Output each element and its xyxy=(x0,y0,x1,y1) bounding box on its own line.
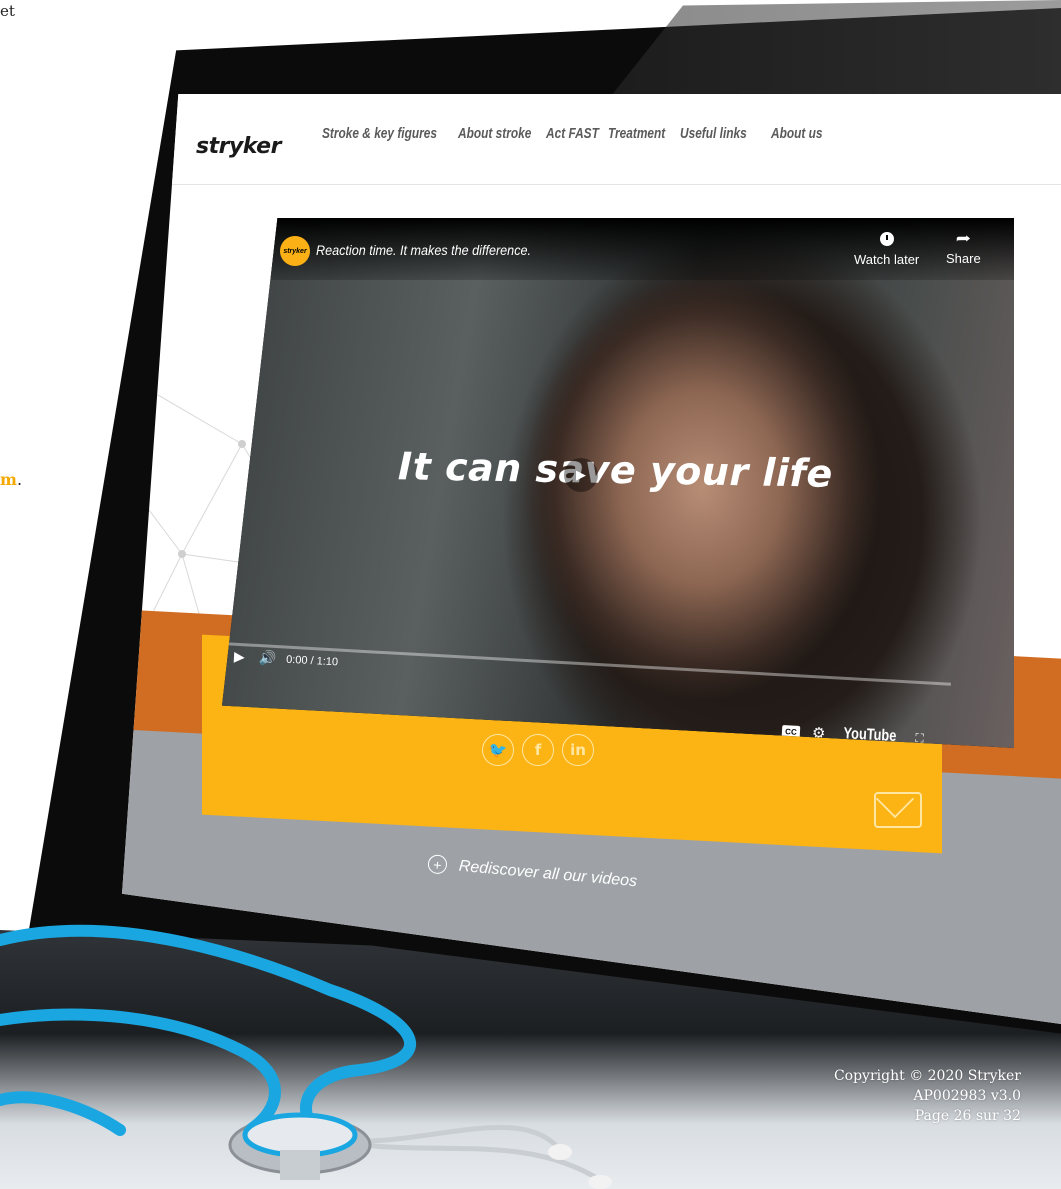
document-id: AP002983 v3.0 xyxy=(913,1088,1021,1104)
laptop-screen: stryker Stroke & key figures About strok… xyxy=(122,94,1061,1024)
plus-circle-icon: + xyxy=(427,854,448,875)
text-fragment-mid: m. xyxy=(0,470,22,489)
watch-later-label: Watch later xyxy=(854,252,920,267)
volume-icon[interactable]: 🔊 xyxy=(258,649,276,667)
copyright-line: Copyright © 2020 Stryker xyxy=(833,1068,1021,1084)
share-arrow-icon: ➦ xyxy=(955,230,971,247)
facebook-glyph: f xyxy=(534,741,542,759)
play-icon[interactable]: ▶ xyxy=(234,648,246,666)
text-fragment-mid-letter: m xyxy=(0,470,17,489)
nav-item-about-stroke[interactable]: About stroke xyxy=(458,126,531,142)
video-overlay-caption: It can save your life xyxy=(397,444,834,496)
nav-item-act-fast[interactable]: Act FAST xyxy=(546,126,599,142)
nav-item-useful-links[interactable]: Useful links xyxy=(680,126,747,142)
nav-item-treatment[interactable]: Treatment xyxy=(608,126,665,142)
text-fragment-mid-punct: . xyxy=(16,470,23,489)
linkedin-icon[interactable]: in xyxy=(562,734,594,766)
stethoscope-image xyxy=(0,924,612,1189)
video-player[interactable]: stryker Reaction time. It makes the diff… xyxy=(222,218,1014,748)
text-fragment-top: et xyxy=(0,2,15,20)
share-label: Share xyxy=(946,251,981,266)
twitter-icon[interactable]: 🐦 xyxy=(482,734,514,766)
site-header: stryker Stroke & key figures About strok… xyxy=(122,94,1061,185)
social-links: 🐦 f in xyxy=(482,734,594,766)
stryker-logo[interactable]: stryker xyxy=(196,134,281,159)
nav-item-about-us[interactable]: About us xyxy=(771,126,823,142)
watch-later-button[interactable]: Watch later xyxy=(854,232,919,267)
twitter-glyph: 🐦 xyxy=(488,741,508,759)
share-button[interactable]: ➦ Share xyxy=(946,230,981,266)
facebook-icon[interactable]: f xyxy=(522,734,554,766)
page-number: Page 26 sur 32 xyxy=(914,1108,1021,1124)
linkedin-glyph: in xyxy=(570,741,586,759)
center-play-button[interactable]: ▶ xyxy=(564,458,598,492)
main-nav: Stroke & key figures About stroke Act FA… xyxy=(322,126,856,142)
nav-item-stroke-key-figures[interactable]: Stroke & key figures xyxy=(322,126,437,142)
channel-avatar[interactable]: stryker xyxy=(280,236,310,266)
clock-icon xyxy=(879,232,894,246)
video-title[interactable]: Reaction time. It makes the difference. xyxy=(316,242,531,258)
footer-copyright: Copyright © 2020 Stryker AP002983 v3.0 P… xyxy=(834,1066,1021,1126)
time-display: 0:00 / 1:10 xyxy=(285,653,339,668)
mail-icon[interactable] xyxy=(874,792,922,828)
